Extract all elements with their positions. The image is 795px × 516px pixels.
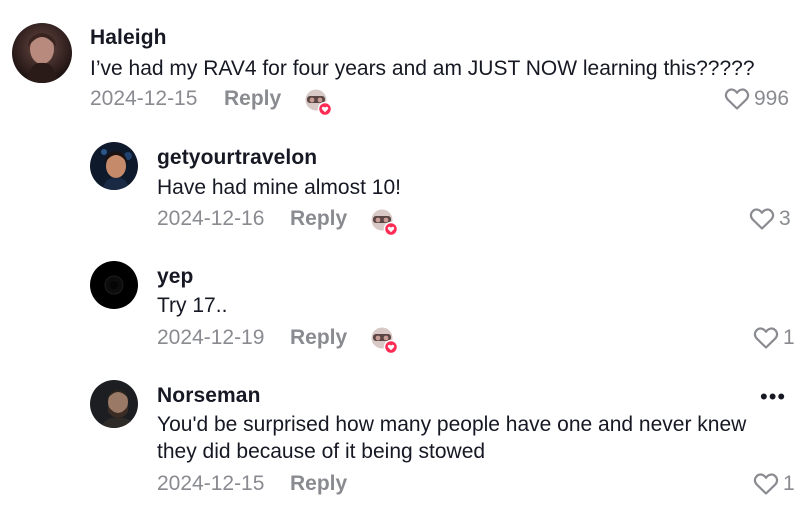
more-options-icon[interactable]: ••• [760,384,786,410]
reply-button[interactable]: Reply [290,472,347,496]
heart-outline-icon [749,208,775,230]
reply-button[interactable]: Reply [290,326,347,350]
like-button[interactable]: 3 [749,207,791,231]
comment-date: 2024-12-16 [157,207,265,230]
like-button[interactable]: 1 [753,326,795,350]
heart-outline-icon [753,327,779,349]
avatar[interactable] [90,261,138,309]
comment-date: 2024-12-15 [157,472,265,495]
username[interactable]: yep [157,265,194,289]
reply-button[interactable]: Reply [290,207,347,231]
creator-liked-badge-icon [370,326,399,355]
reply-button[interactable]: Reply [224,87,281,111]
heart-outline-icon [724,88,750,110]
like-button[interactable]: 996 [724,87,789,111]
comment-text: I’ve had my RAV4 for four years and am J… [90,57,755,80]
avatar[interactable] [12,23,72,83]
username[interactable]: getyourtravelon [157,146,317,170]
comment-text: Try 17.. [157,294,228,317]
avatar[interactable] [90,142,138,190]
avatar[interactable] [90,380,138,428]
like-count: 1 [783,326,795,349]
comment-text: Have had mine almost 10! [157,176,401,199]
username[interactable]: Haleigh [90,26,167,50]
like-count: 3 [779,207,791,230]
comment-text-line-1: You'd be surprised how many people have … [157,413,747,436]
like-count: 1 [783,472,795,495]
comment-date: 2024-12-15 [90,87,198,110]
username[interactable]: Norseman [157,384,261,408]
like-button[interactable]: 1 [753,472,795,496]
comment-date: 2024-12-19 [157,326,265,349]
creator-liked-badge-icon [370,208,399,237]
heart-outline-icon [753,473,779,495]
creator-liked-badge-icon [304,88,333,117]
comment-text-line-2: they did because of it being stowed [157,440,486,463]
like-count: 996 [754,87,790,110]
